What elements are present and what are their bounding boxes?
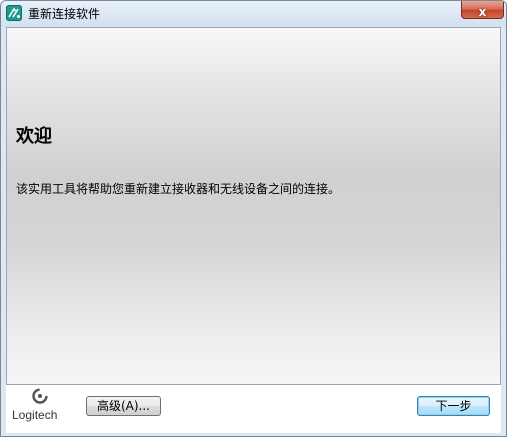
- title-bar[interactable]: 重新连接软件 x: [1, 1, 506, 27]
- wizard-footer: Logitech 高级(A)... 下一步: [6, 385, 501, 433]
- page-description: 该实用工具将帮助您重新建立接收器和无线设备之间的连接。: [16, 182, 341, 196]
- close-button[interactable]: x: [461, 1, 504, 19]
- app-reconnect-icon: [6, 5, 22, 21]
- close-icon: x: [478, 5, 487, 19]
- next-button[interactable]: 下一步: [417, 396, 490, 416]
- logitech-logo: Logitech: [12, 387, 72, 427]
- advanced-button[interactable]: 高级(A)...: [86, 396, 161, 416]
- window-title: 重新连接软件: [28, 7, 101, 21]
- wizard-window: 重新连接软件 x 欢迎 该实用工具将帮助您重新建立接收器和无线设备之间的连接。 …: [0, 0, 507, 437]
- logo-text: Logitech: [12, 408, 58, 422]
- page-title: 欢迎: [16, 126, 52, 147]
- content-panel: 欢迎 该实用工具将帮助您重新建立接收器和无线设备之间的连接。: [6, 27, 501, 385]
- logitech-logo-icon: [32, 388, 48, 404]
